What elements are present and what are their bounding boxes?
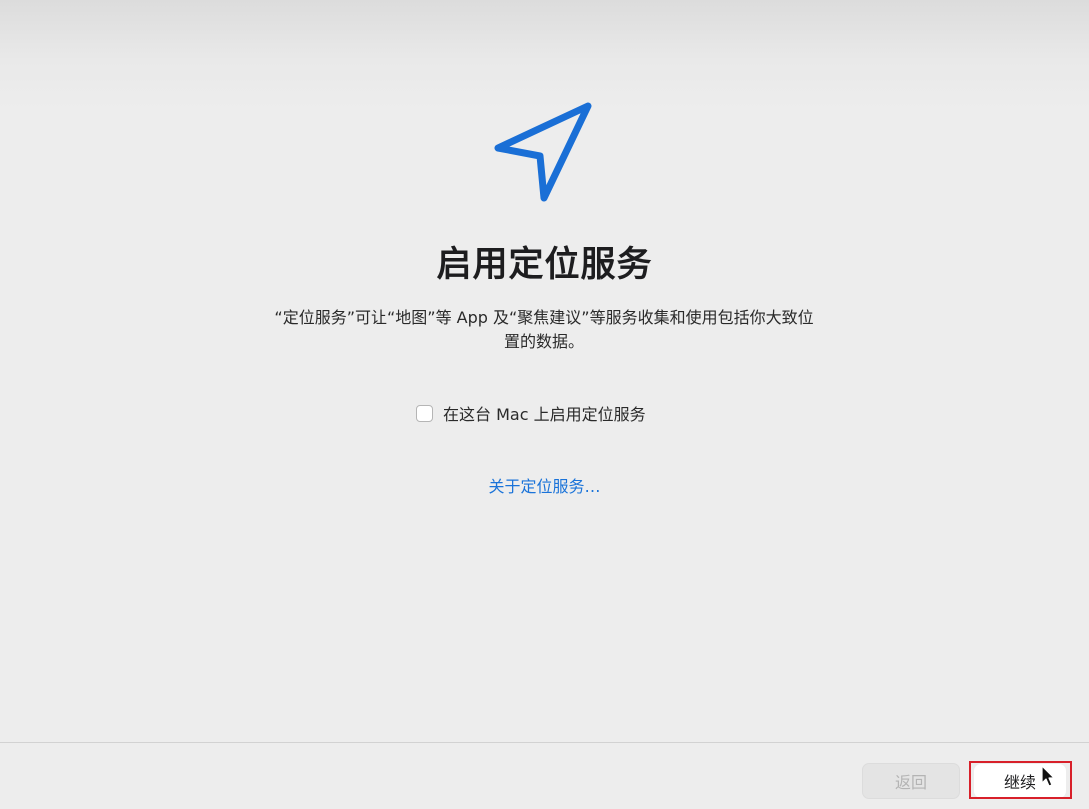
enable-location-checkbox-row[interactable]: 在这台 Mac 上启用定位服务	[416, 401, 646, 425]
footer-divider	[0, 742, 1089, 743]
about-location-services-link[interactable]: 关于定位服务…	[0, 473, 1089, 497]
setup-assistant-window: 启用定位服务 “定位服务”可让“地图”等 App 及“聚焦建议”等服务收集和使用…	[0, 0, 1089, 809]
continue-button[interactable]: 继续	[974, 764, 1066, 798]
back-button[interactable]: 返回	[862, 763, 960, 799]
description-text: “定位服务”可让“地图”等 App 及“聚焦建议”等服务收集和使用包括你大致位置…	[274, 308, 814, 351]
location-arrow-icon	[494, 102, 592, 202]
page-title: 启用定位服务	[436, 245, 653, 285]
enable-location-checkbox[interactable]	[416, 404, 433, 422]
enable-location-checkbox-label[interactable]: 在这台 Mac 上启用定位服务	[443, 401, 646, 425]
